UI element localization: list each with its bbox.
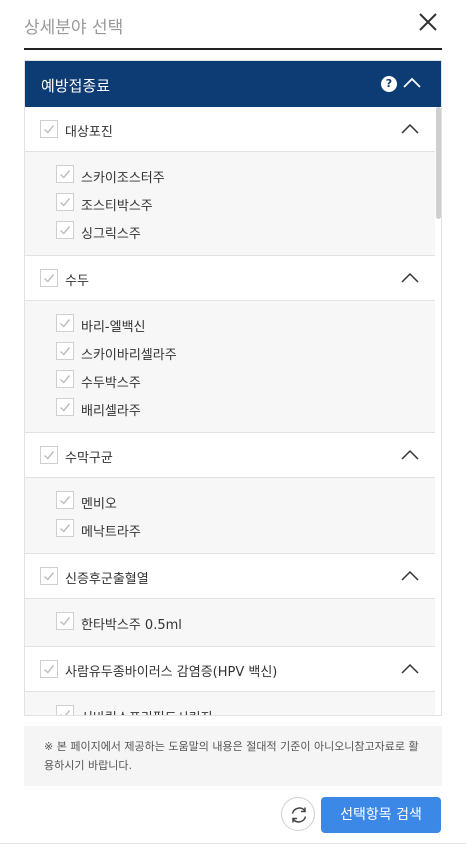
item-label: 메낙트라주 bbox=[81, 525, 141, 540]
group-label: 수막구균 bbox=[65, 451, 113, 466]
group-header[interactable]: 신증후군출혈열 bbox=[25, 554, 435, 599]
item-label: 멘비오 bbox=[81, 497, 117, 512]
group-checkbox[interactable] bbox=[40, 446, 58, 464]
list-item[interactable]: 배리셀라주 bbox=[25, 394, 435, 422]
refresh-icon bbox=[291, 807, 307, 823]
scrollbar[interactable] bbox=[436, 107, 441, 219]
modal-title: 상세분야 선택 bbox=[24, 18, 124, 38]
group-checkbox[interactable] bbox=[40, 567, 58, 585]
list-item[interactable]: 조스티박스주 bbox=[25, 189, 435, 217]
item-checkbox[interactable] bbox=[56, 398, 74, 416]
item-label: 배리셀라주 bbox=[81, 404, 141, 419]
item-checkbox[interactable] bbox=[56, 705, 74, 715]
item-checkbox[interactable] bbox=[56, 612, 74, 630]
list-item[interactable]: 싱그릭스주 bbox=[25, 217, 435, 245]
list-item[interactable]: 스카이바리셀라주 bbox=[25, 338, 435, 366]
search-selected-button[interactable]: 선택항목 검색 bbox=[321, 797, 441, 833]
list-item[interactable]: 한타박스주 0.5ml bbox=[25, 608, 435, 636]
chevron-up-icon[interactable] bbox=[401, 568, 419, 587]
item-label: 스카이바리셀라주 bbox=[81, 348, 177, 363]
list-item[interactable]: 서바릭스프리필드시린지 bbox=[25, 701, 435, 715]
help-icon[interactable]: ? bbox=[381, 76, 397, 92]
item-label: 조스티박스주 bbox=[81, 199, 153, 214]
item-label: 스카이조스터주 bbox=[81, 171, 165, 186]
modal-header: 상세분야 선택 bbox=[24, 0, 442, 50]
item-label: 싱그릭스주 bbox=[81, 227, 141, 242]
group-label: 대상포진 bbox=[65, 125, 113, 140]
item-checkbox[interactable] bbox=[56, 342, 74, 360]
item-checkbox[interactable] bbox=[56, 314, 74, 332]
category-title: 예방접종료 bbox=[41, 77, 111, 95]
group-items: 서바릭스프리필드시린지 bbox=[25, 692, 435, 715]
group-checkbox[interactable] bbox=[40, 120, 58, 138]
item-label: 서바릭스프리필드시린지 bbox=[81, 707, 213, 715]
item-checkbox[interactable] bbox=[56, 491, 74, 509]
group-items: 스카이조스터주조스티박스주싱그릭스주 bbox=[25, 152, 435, 256]
group-checkbox[interactable] bbox=[40, 269, 58, 287]
item-checkbox[interactable] bbox=[56, 165, 74, 183]
list-item[interactable]: 수두박스주 bbox=[25, 366, 435, 394]
group-label: 수두 bbox=[65, 274, 89, 289]
item-checkbox[interactable] bbox=[56, 221, 74, 239]
close-icon[interactable] bbox=[416, 10, 440, 34]
chevron-up-icon[interactable] bbox=[403, 75, 421, 94]
group-header[interactable]: 수두 bbox=[25, 256, 435, 301]
refresh-button[interactable] bbox=[281, 797, 315, 831]
chevron-up-icon[interactable] bbox=[401, 447, 419, 466]
group-items: 한타박스주 0.5ml bbox=[25, 599, 435, 647]
item-label: 한타박스주 0.5ml bbox=[81, 618, 182, 633]
item-label: 수두박스주 bbox=[81, 376, 141, 391]
chevron-up-icon[interactable] bbox=[401, 661, 419, 680]
list-item[interactable]: 스카이조스터주 bbox=[25, 161, 435, 189]
chevron-up-icon[interactable] bbox=[401, 121, 419, 140]
group-header[interactable]: 사람유두종바이러스 감염증(HPV 백신) bbox=[25, 647, 435, 692]
notice-text: ※ 본 페이지에서 제공하는 도움말의 내용은 절대적 기준이 아니오니참고자료… bbox=[24, 726, 442, 786]
group-label: 신증후군출혈열 bbox=[65, 572, 149, 587]
group-header[interactable]: 대상포진 bbox=[25, 107, 435, 152]
category-panel: 예방접종료 ? 대상포진 스카이조스터주 조스티박스주 싱그릭스주 수두 바리-엘백신 스카… bbox=[24, 60, 442, 716]
item-checkbox[interactable] bbox=[56, 193, 74, 211]
group-items: 멘비오메낙트라주 bbox=[25, 478, 435, 554]
item-label: 바리-엘백신 bbox=[81, 320, 146, 335]
list-item[interactable]: 바리-엘백신 bbox=[25, 310, 435, 338]
group-header[interactable]: 수막구균 bbox=[25, 433, 435, 478]
item-checkbox[interactable] bbox=[56, 370, 74, 388]
category-header[interactable]: 예방접종료 ? bbox=[25, 61, 441, 107]
item-checkbox[interactable] bbox=[56, 519, 74, 537]
group-list[interactable]: 대상포진스카이조스터주조스티박스주싱그릭스주수두바리-엘백신스카이바리셀라주수두… bbox=[25, 107, 435, 715]
list-item[interactable]: 멘비오 bbox=[25, 487, 435, 515]
divider bbox=[0, 843, 466, 844]
group-checkbox[interactable] bbox=[40, 660, 58, 678]
list-item[interactable]: 메낙트라주 bbox=[25, 515, 435, 543]
group-items: 바리-엘백신스카이바리셀라주수두박스주배리셀라주 bbox=[25, 301, 435, 433]
chevron-up-icon[interactable] bbox=[401, 270, 419, 289]
group-label: 사람유두종바이러스 감염증(HPV 백신) bbox=[65, 665, 278, 680]
